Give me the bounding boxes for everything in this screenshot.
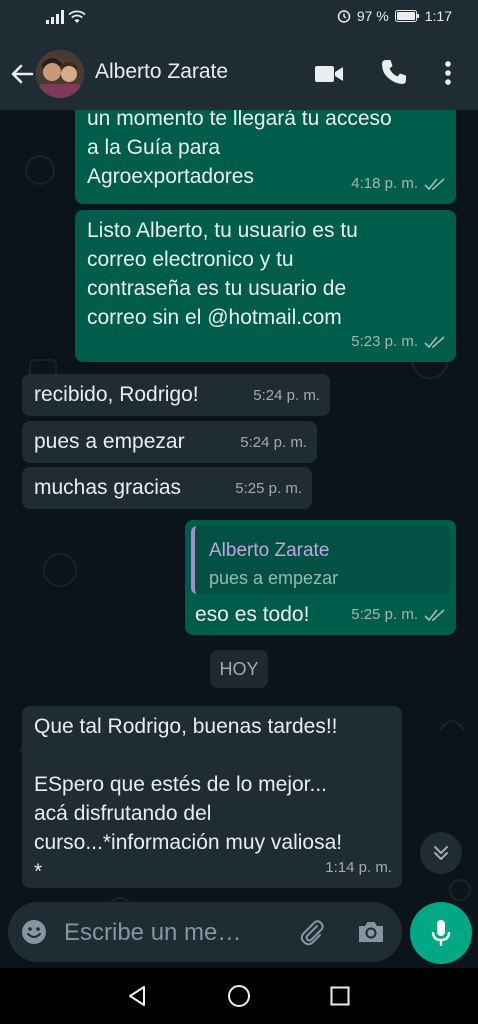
message-bubble-incoming[interactable]: muchas gracias 5:25 p. m. [22, 467, 312, 509]
message-time: 5:24 p. m. [240, 434, 307, 451]
message-line: * [34, 860, 43, 883]
message-line: a la Guía para [87, 136, 221, 159]
scroll-to-bottom-button[interactable] [420, 832, 462, 874]
phone-icon[interactable] [380, 58, 408, 86]
message-meta: 5:25 p. m. [351, 600, 446, 629]
message-line: Listo Alberto, tu usuario es tu [87, 219, 358, 242]
message-line: eso es todo! [195, 603, 310, 626]
message-line: un momento te llegará tu acceso [87, 110, 392, 130]
status-time: 1:17 [424, 8, 452, 24]
message-line [34, 741, 342, 770]
avatar-image [36, 50, 84, 98]
message-input[interactable] [64, 914, 286, 952]
message-line: acá disfrutando del [34, 802, 212, 825]
message-bubble-incoming[interactable]: recibido, Rodrigo! 5:24 p. m. [22, 374, 330, 416]
more-vert-icon[interactable] [438, 58, 458, 88]
message-bubble-incoming[interactable]: pues a empezar 5:24 p. m. [22, 421, 317, 463]
battery-icon [394, 10, 419, 22]
nav-recents-icon[interactable] [330, 986, 350, 1006]
message-line: contraseña es tu usuario de [87, 277, 347, 300]
attach-icon[interactable] [298, 918, 326, 946]
contact-name[interactable]: Alberto Zarate [95, 60, 228, 84]
emoji-icon[interactable] [20, 918, 48, 946]
mic-icon [431, 920, 451, 946]
message-composer [8, 902, 402, 962]
message-line: muchas gracias [34, 476, 182, 499]
message-bubble-incoming[interactable]: Que tal Rodrigo, buenas tardes!! ESpero … [22, 706, 402, 888]
quoted-author: Alberto Zarate [209, 540, 330, 561]
back-arrow-icon[interactable] [8, 60, 36, 88]
video-call-icon[interactable] [314, 62, 344, 86]
battery-percent: 97 % [356, 8, 389, 24]
message-line: Agroexportadores [87, 165, 254, 188]
chat-area[interactable]: un momento te llegará tu acceso a la Guí… [0, 110, 478, 968]
nav-back-icon[interactable] [126, 984, 148, 1008]
message-line: correo electronico y tu [87, 248, 294, 271]
message-line: recibido, Rodrigo! [34, 383, 199, 406]
message-time: 5:25 p. m. [235, 480, 302, 497]
message-time: 5:23 p. m. [351, 333, 418, 350]
message-line: curso...*información muy valiosa! [34, 831, 343, 854]
alarm-icon [337, 10, 351, 23]
quoted-text: pues a empezar [209, 568, 339, 588]
quoted-message[interactable]: Alberto Zarate pues a empezar [191, 526, 450, 594]
chevron-double-down-icon [434, 846, 448, 860]
message-line: pues a empezar [34, 430, 185, 453]
status-bar: 97 % 1:17 [0, 0, 478, 36]
message-meta: 1:14 p. m. [325, 853, 392, 882]
message-bubble-outgoing[interactable]: Alberto Zarate pues a empezar eso es tod… [185, 520, 456, 635]
message-time: 4:18 p. m. [351, 175, 418, 192]
double-check-icon [424, 335, 445, 348]
status-left [46, 10, 86, 24]
message-meta: 5:23 p. m. [351, 327, 446, 356]
double-check-icon [424, 608, 445, 621]
status-right: 97 % 1:17 [337, 8, 452, 24]
system-nav-bar [0, 968, 478, 1024]
message-meta: 5:25 p. m. [235, 474, 302, 503]
message-bubble-outgoing[interactable]: un momento te llegará tu acceso a la Guí… [75, 110, 456, 204]
message-meta: 5:24 p. m. [240, 428, 307, 457]
message-time: 1:14 p. m. [325, 859, 392, 876]
message-meta: 5:24 p. m. [253, 381, 320, 410]
message-line: Que tal Rodrigo, buenas tardes!! [34, 715, 338, 738]
date-divider: HOY [210, 650, 268, 688]
message-time: 5:24 p. m. [253, 387, 320, 404]
avatar[interactable] [36, 50, 84, 98]
wifi-icon [68, 10, 86, 23]
message-meta: 4:18 p. m. [351, 169, 446, 198]
signal-icon [46, 10, 64, 24]
double-check-icon [424, 177, 445, 190]
message-time: 5:25 p. m. [351, 606, 418, 623]
message-line: ESpero que estés de lo mejor... [34, 773, 328, 796]
message-line: correo sin el @hotmail.com [87, 306, 342, 329]
message-bubble-outgoing[interactable]: Listo Alberto, tu usuario es tu correo e… [75, 210, 456, 362]
nav-home-icon[interactable] [227, 984, 251, 1008]
mic-button[interactable] [410, 902, 472, 964]
camera-icon[interactable] [356, 918, 386, 946]
chat-header: Alberto Zarate [0, 36, 478, 110]
